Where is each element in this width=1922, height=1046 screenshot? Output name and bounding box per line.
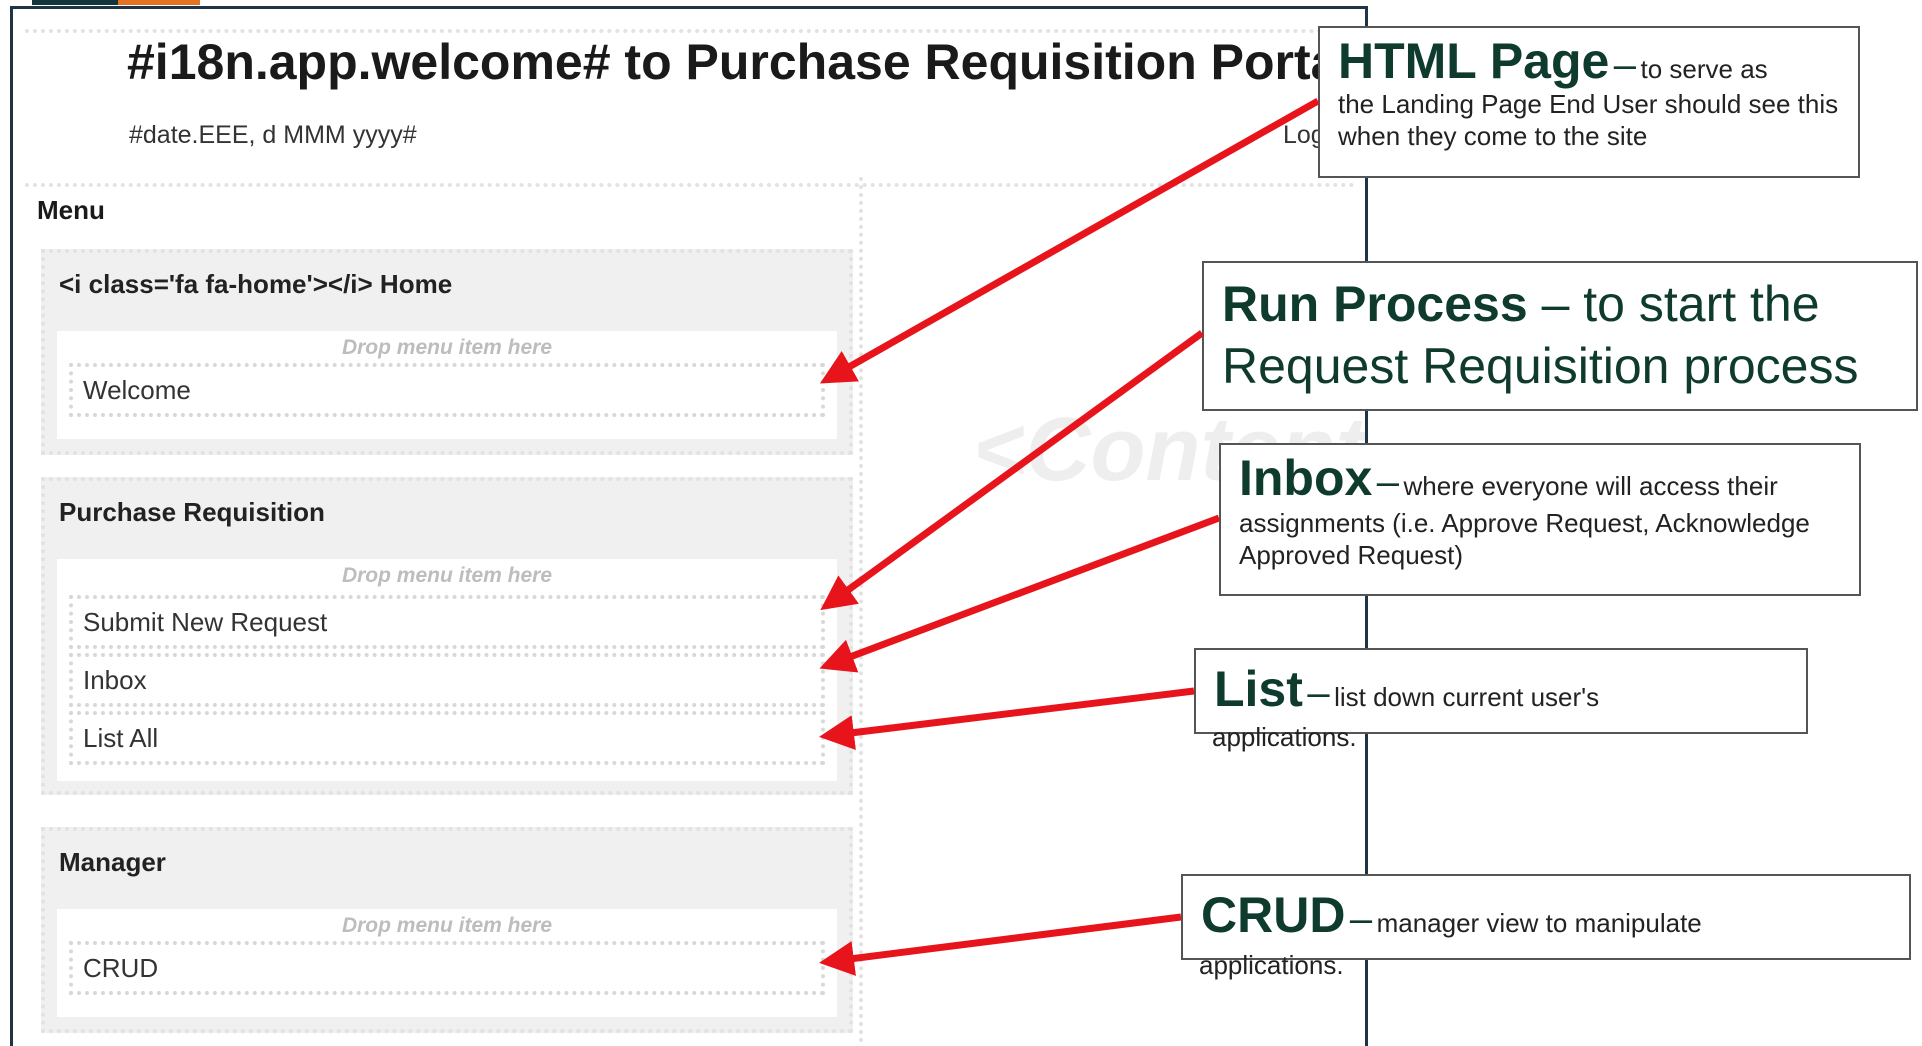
category-label: <i class='fa fa-home'></i> Home [59,269,453,299]
callout-crud-overflow: applications. [1199,950,1344,980]
callout-crud: CRUD – manager view to manipulate [1181,874,1911,960]
corner-tab-dark [32,0,118,5]
drop-hint: Drop menu item here [341,336,553,359]
callout-title: List [1214,661,1303,717]
callout-text: assignments (i.e. Approve Request, Ackno… [1239,508,1810,570]
corner-tab-orange [118,0,200,5]
category-manager[interactable]: Manager Drop menu item here CRUD [41,827,853,1033]
drop-hint: Drop menu item here [341,914,553,937]
callout-text: manager view to manipulate [1376,908,1702,938]
callout-html-page: HTML Page – to serve as the Landing Page… [1318,26,1860,178]
callout-text: the Landing Page End User should see thi… [1338,89,1839,151]
drop-hint: Drop menu item here [341,564,553,587]
category-label: Purchase Requisition [59,497,325,527]
menu-item-crud[interactable]: CRUD [69,941,825,995]
menu-heading: Menu [37,195,105,225]
callout-title: CRUD [1201,887,1346,943]
menu-item-submit-new-request[interactable]: Submit New Request [69,595,825,649]
page-title: #i18n.app.welcome# to Purchase Requisiti… [127,34,1353,90]
page-date: #date.EEE, d MMM yyyy# [129,121,417,149]
category-dropzone: Drop menu item here Submit New Request I… [57,559,837,781]
category-dropzone: Drop menu item here Welcome [57,331,837,439]
category-home[interactable]: <i class='fa fa-home'></i> Home Drop men… [41,249,853,455]
menu-item-welcome[interactable]: Welcome [69,363,825,417]
callout-title: HTML Page [1338,33,1610,89]
callout-dash: – [1376,460,1400,504]
callout-dash: – [1349,897,1373,941]
category-purchase-requisition[interactable]: Purchase Requisition Drop menu item here… [41,477,853,795]
category-dropzone: Drop menu item here CRUD [57,909,837,1017]
callout-dash: – [1613,43,1637,87]
category-label: Manager [59,847,166,877]
callout-title: Run Process [1222,276,1528,332]
menu-item-list-all[interactable]: List All [69,711,825,765]
callout-list-overflow: applications. [1212,722,1357,752]
menu-item-inbox[interactable]: Inbox [69,653,825,707]
callout-dash: – [1307,671,1330,715]
callout-inbox: Inbox – where everyone will access their… [1219,443,1861,596]
menu-column: Menu <i class='fa fa-home'></i> Home Dro… [27,177,863,1046]
callout-run-process: Run Process – to start the Request Requi… [1202,261,1918,411]
callout-text: to serve as [1640,54,1768,84]
userview-builder-canvas: #i18n.app.welcome# to Purchase Requisiti… [10,6,1368,1046]
callout-title: Inbox [1239,450,1373,506]
callout-text: list down current user's [1334,682,1600,712]
callout-text: where everyone will access their [1403,471,1778,501]
